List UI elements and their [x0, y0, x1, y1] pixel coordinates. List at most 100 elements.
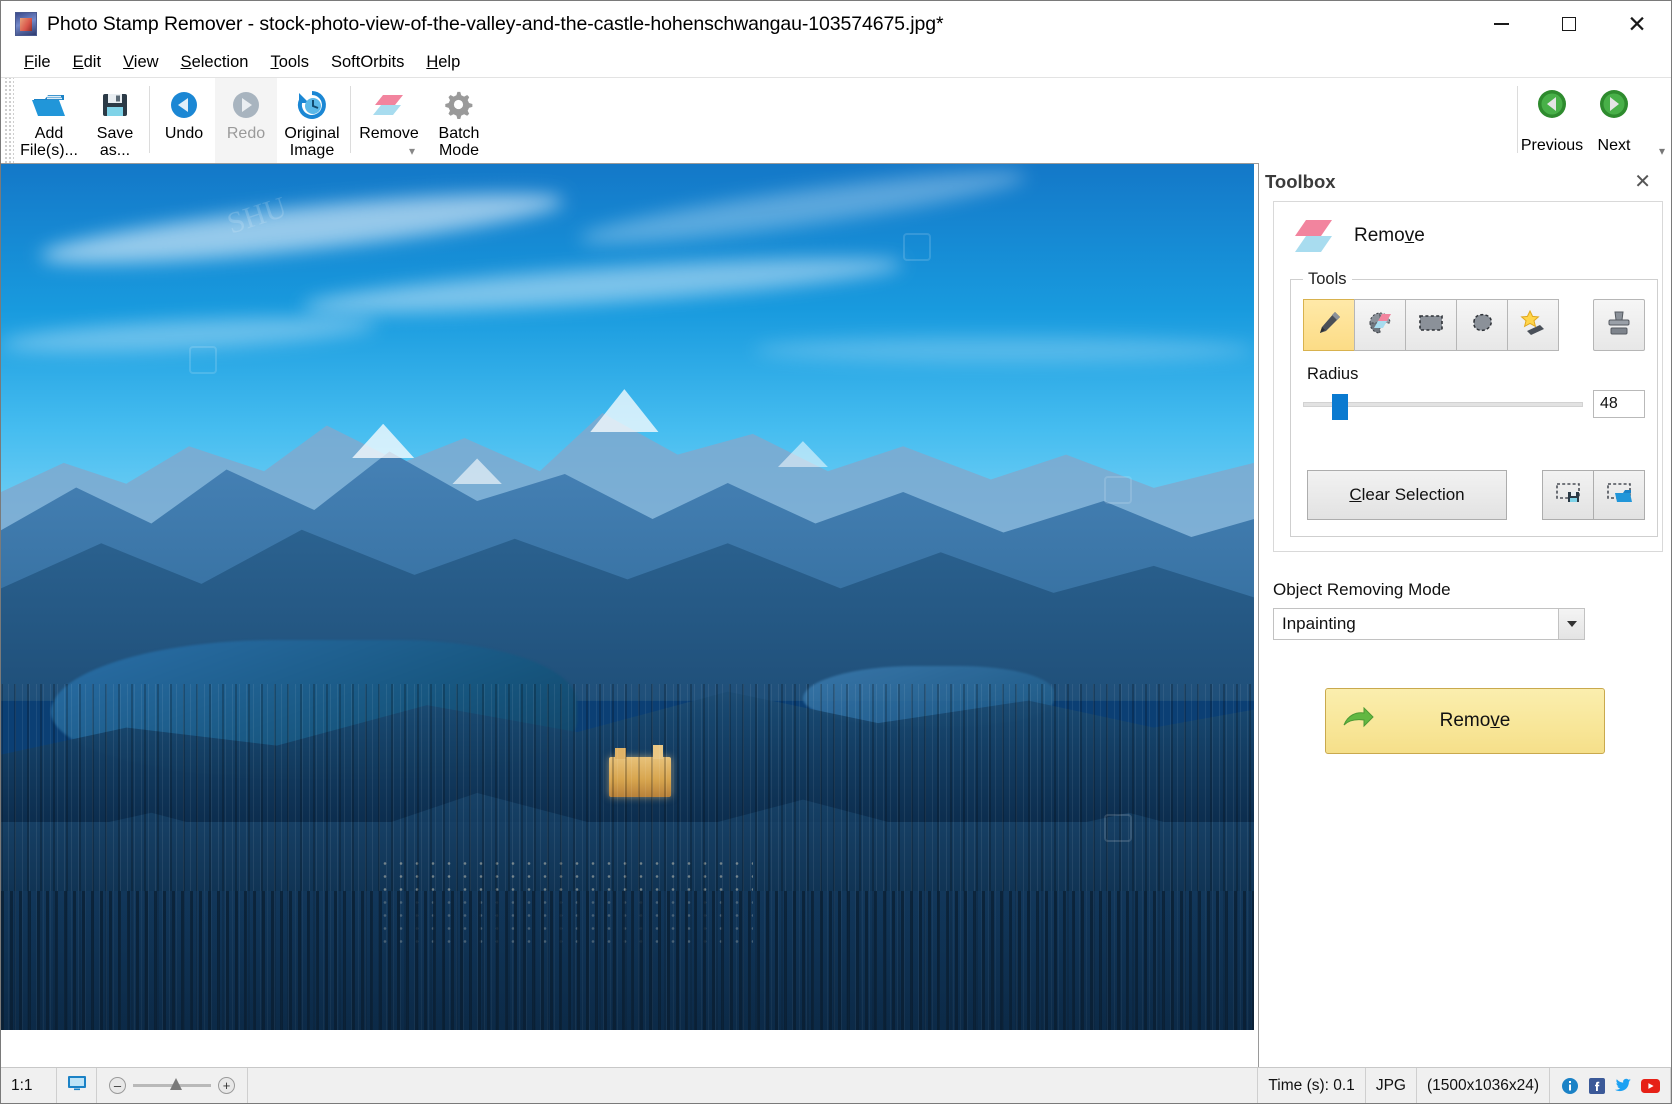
remove-mode-title: Remove [1354, 225, 1425, 247]
original-image-label-2: Image [290, 142, 334, 159]
maximize-button[interactable] [1535, 1, 1603, 47]
toolbox-title: Toolbox [1265, 171, 1336, 193]
youtube-icon[interactable] [1641, 1076, 1660, 1095]
original-image-button[interactable]: Original Image [277, 78, 347, 163]
lasso-select-tool-button[interactable] [1456, 299, 1508, 351]
toolbar-separator-1 [149, 86, 150, 153]
toolbox-header: Toolbox ✕ [1259, 163, 1671, 201]
fit-to-screen-button[interactable] [57, 1068, 97, 1103]
zoom-ratio-cell: 1:1 [1, 1068, 57, 1103]
open-folder-icon [29, 86, 69, 124]
facebook-icon[interactable] [1587, 1076, 1606, 1095]
image-canvas[interactable]: SHU [1, 163, 1259, 1067]
title-bar: Photo Stamp Remover - stock-photo-view-o… [1, 1, 1671, 47]
toolbox-panel: Toolbox ✕ Remove Tools [1259, 163, 1671, 1067]
lasso-icon [1468, 310, 1496, 341]
watermark-mark [903, 233, 931, 261]
pencil-icon [1315, 309, 1343, 342]
add-files-label-1: Add [35, 125, 63, 142]
redo-label: Redo [227, 125, 265, 142]
batch-mode-label-1: Batch [439, 125, 480, 142]
menu-help[interactable]: Help [415, 50, 471, 75]
object-removing-mode-select[interactable]: Inpainting [1273, 608, 1585, 640]
zoom-slider-thumb[interactable] [170, 1078, 182, 1090]
undo-arrow-icon [164, 86, 204, 124]
window-controls: ✕ [1467, 1, 1671, 47]
twitter-icon[interactable] [1614, 1076, 1633, 1095]
save-as-label-1: Save [97, 125, 133, 142]
stamp-tool-button[interactable] [1593, 299, 1645, 351]
eraser-tool-button[interactable] [1354, 299, 1406, 351]
radius-slider[interactable] [1303, 393, 1583, 415]
eraser-tool-icon [1366, 309, 1394, 342]
tool-strip [1303, 299, 1559, 351]
watermark-mark [1104, 814, 1132, 842]
cloud [753, 337, 1254, 363]
zoom-slider[interactable]: – + [97, 1068, 248, 1103]
toolbar-separator-3 [1517, 86, 1518, 153]
monitor-icon [67, 1075, 87, 1096]
social-links [1550, 1068, 1671, 1103]
format-cell: JPG [1366, 1068, 1417, 1103]
clear-selection-button[interactable]: Clear Selection [1307, 470, 1507, 520]
selection-io-buttons [1543, 470, 1645, 520]
add-files-label-2: File(s)... [20, 142, 78, 159]
save-as-button[interactable]: Save as... [84, 78, 146, 163]
photo-preview[interactable]: SHU [1, 164, 1254, 1030]
toolbar-overflow-right[interactable]: ▾ [1659, 144, 1665, 158]
batch-mode-label-2: Mode [439, 142, 479, 159]
clock-revert-icon [292, 86, 332, 124]
menu-view[interactable]: View [112, 50, 169, 75]
next-label: Next [1598, 137, 1631, 155]
remove-button-label: Remove [1374, 710, 1576, 732]
minimize-button[interactable] [1467, 1, 1535, 47]
close-icon: ✕ [1627, 13, 1646, 36]
magic-wand-tool-button[interactable] [1507, 299, 1559, 351]
navigation-group: Previous Next [1514, 78, 1671, 163]
toolbar-grip[interactable] [5, 78, 14, 163]
undo-button[interactable]: Undo [153, 78, 215, 163]
dimensions-cell: (1500x1036x24) [1417, 1068, 1550, 1103]
previous-button[interactable]: Previous [1521, 78, 1583, 163]
eraser-icon [1292, 216, 1336, 256]
menu-softorbits[interactable]: SoftOrbits [320, 50, 415, 75]
menu-selection[interactable]: Selection [170, 50, 260, 75]
watermark-mark [189, 346, 217, 374]
menu-edit[interactable]: Edit [62, 50, 112, 75]
zoom-slider-track[interactable] [133, 1084, 211, 1087]
tools-group-legend: Tools [1303, 270, 1352, 289]
eraser-icon [369, 86, 409, 124]
save-as-label-2: as... [100, 142, 130, 159]
zoom-out-button[interactable]: – [109, 1077, 126, 1094]
toolbar-separator-2 [350, 86, 351, 153]
load-selection-button[interactable] [1593, 470, 1645, 520]
menu-bar: File Edit View Selection Tools SoftOrbit… [1, 47, 1671, 77]
add-files-button[interactable]: Add File(s)... [14, 78, 84, 163]
remove-toolbar-label: Remove [359, 125, 419, 142]
green-left-arrow-icon [1536, 88, 1568, 125]
object-removing-mode-value: Inpainting [1274, 614, 1356, 634]
toolbox-close-icon[interactable]: ✕ [1628, 170, 1657, 194]
info-icon[interactable] [1560, 1076, 1579, 1095]
workspace: SHU Toolbox ✕ [1, 163, 1671, 1067]
zoom-in-button[interactable]: + [218, 1077, 235, 1094]
save-selection-button[interactable] [1542, 470, 1594, 520]
batch-mode-button[interactable]: Batch Mode [424, 78, 494, 163]
radius-value-input[interactable]: 48 [1593, 390, 1645, 418]
radius-label: Radius [1307, 365, 1645, 384]
radius-slider-thumb[interactable] [1332, 394, 1348, 420]
tools-group: Tools [1290, 270, 1658, 537]
menu-file[interactable]: File [13, 50, 62, 75]
remove-tool-panel: Remove Tools [1273, 201, 1663, 552]
rectangle-select-tool-button[interactable] [1405, 299, 1457, 351]
menu-tools[interactable]: Tools [259, 50, 320, 75]
pencil-tool-button[interactable] [1303, 299, 1355, 351]
green-right-arrow-icon [1598, 88, 1630, 125]
gear-icon [439, 86, 479, 124]
toolbar-overflow-left[interactable]: ▾ [409, 144, 415, 158]
close-button[interactable]: ✕ [1603, 1, 1671, 47]
radius-row: 48 [1303, 390, 1645, 418]
next-button[interactable]: Next [1583, 78, 1645, 163]
chevron-down-icon[interactable] [1558, 609, 1584, 639]
remove-button[interactable]: Remove [1325, 688, 1605, 754]
